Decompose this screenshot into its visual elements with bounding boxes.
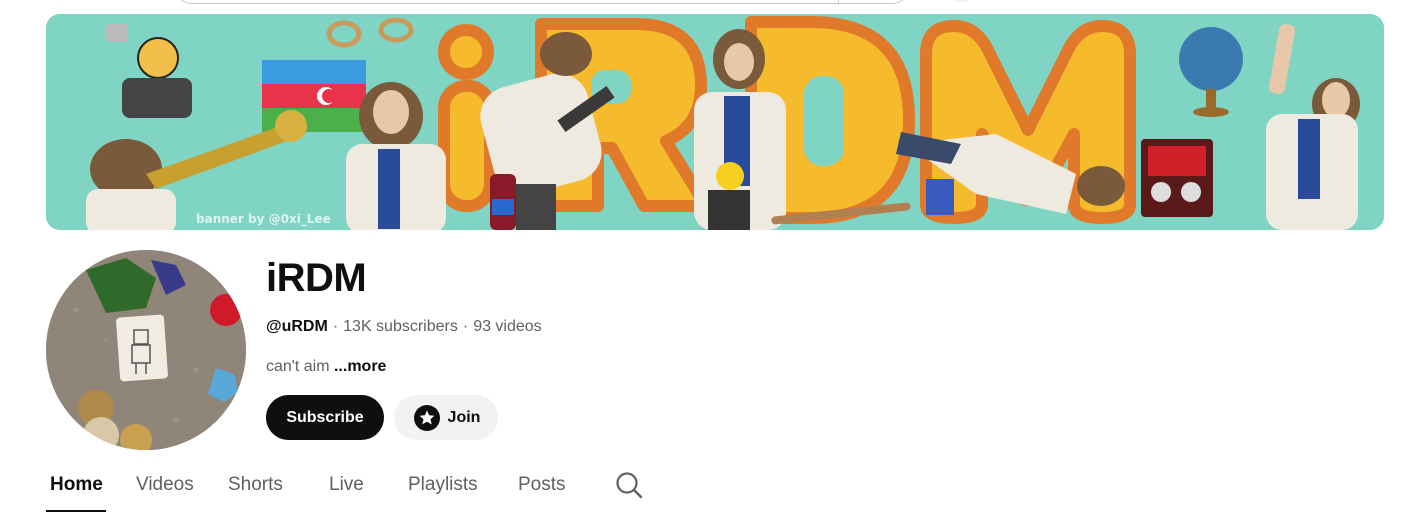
subscriber-count: 13K subscribers: [343, 318, 458, 335]
channel-handle[interactable]: @uRDM: [266, 318, 328, 335]
join-label: Join: [447, 408, 481, 426]
banner-artwork: [46, 14, 1384, 230]
channel-avatar[interactable]: [46, 250, 246, 450]
voice-search-button-edge[interactable]: [944, 0, 978, 2]
tab-videos[interactable]: Videos: [136, 474, 194, 496]
tab-posts[interactable]: Posts: [518, 474, 566, 496]
description-text: can't aim: [266, 358, 330, 375]
subscribe-label: Subscribe: [286, 408, 364, 426]
masthead-edge: [0, 0, 1423, 6]
tab-playlists[interactable]: Playlists: [408, 474, 478, 496]
more-link[interactable]: ...more: [334, 358, 386, 375]
video-count: 93 videos: [473, 318, 542, 335]
search-box-edge[interactable]: [175, 0, 909, 5]
banner-credit: banner by @0xi_Lee: [196, 212, 331, 226]
star-badge-icon: [413, 404, 440, 431]
subscribe-button[interactable]: Subscribe: [266, 395, 384, 440]
channel-banner: banner by @0xi_Lee: [46, 14, 1384, 230]
tab-live[interactable]: Live: [329, 474, 364, 496]
tab-shorts[interactable]: Shorts: [228, 474, 283, 496]
channel-description[interactable]: can't aim ...more: [266, 358, 386, 376]
search-icon[interactable]: [614, 470, 644, 500]
meta-separator: ·: [462, 318, 469, 335]
active-tab-indicator: [46, 510, 106, 512]
tab-home[interactable]: Home: [50, 474, 103, 496]
join-button[interactable]: Join: [394, 395, 498, 440]
channel-tabs: Home Videos Shorts Live Playlists Posts: [0, 470, 1423, 513]
avatar-image: [46, 250, 246, 450]
channel-name: iRDM: [266, 256, 367, 300]
channel-meta: @uRDM · 13K subscribers · 93 videos: [266, 318, 542, 336]
meta-separator: ·: [332, 318, 339, 335]
